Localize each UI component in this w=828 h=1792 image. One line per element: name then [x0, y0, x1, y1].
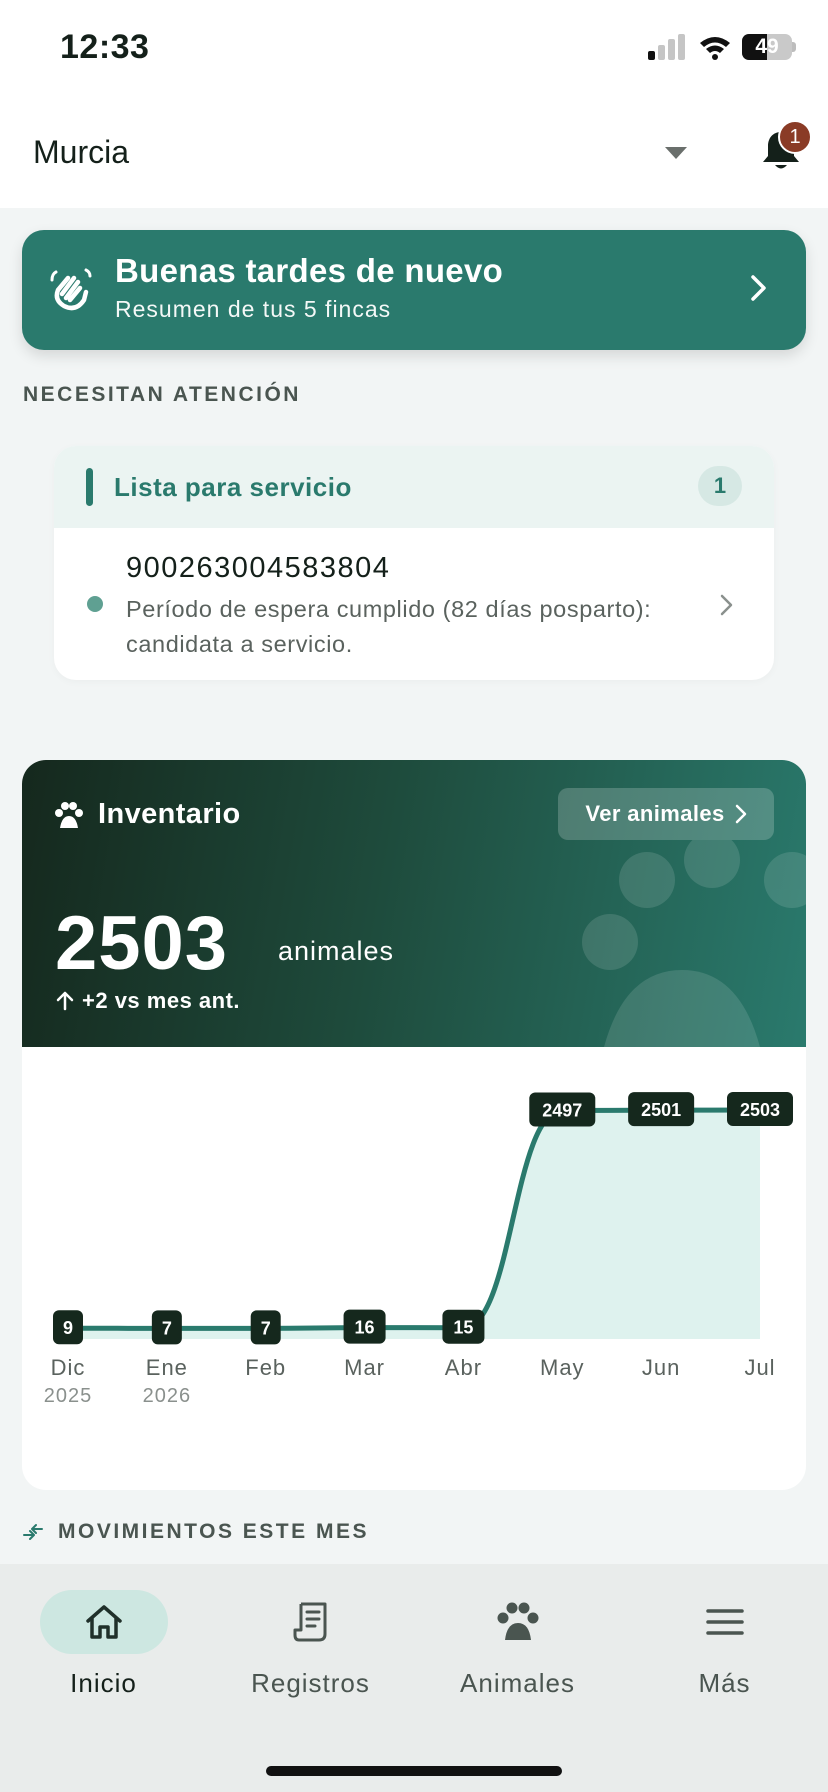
accent-bar	[86, 468, 93, 506]
chart-tick-label: Feb	[245, 1355, 286, 1380]
battery-icon: 49	[742, 34, 792, 60]
attention-group-title: Lista para servicio	[114, 472, 352, 502]
chart-tick-label: Jul	[744, 1355, 775, 1380]
attention-group-count: 1	[698, 466, 742, 506]
waving-hand-icon	[50, 268, 92, 311]
nav-item-mas[interactable]: Más	[621, 1590, 828, 1710]
chart-tick-label: Dic	[51, 1355, 86, 1380]
status-icons: 49	[648, 34, 796, 60]
chart-data-label-text: 7	[162, 1318, 172, 1338]
inventory-unit: animales	[278, 936, 395, 966]
animal-id: 900263004583804	[126, 552, 391, 584]
nav-item-animales[interactable]: Animales	[414, 1590, 621, 1710]
chart-data-label-text: 9	[63, 1318, 73, 1338]
nav-label-animales: Animales	[460, 1668, 575, 1698]
nav-label-mas: Más	[698, 1668, 751, 1698]
greeting-card[interactable]: Buenas tardes de nuevo Resumen de tus 5 …	[22, 230, 806, 350]
animal-description: Período de espera cumplido (82 días posp…	[126, 596, 652, 657]
chart-area-fill	[68, 1110, 760, 1339]
view-animals-label: Ver animales	[585, 801, 725, 826]
attention-card: Lista para servicio 1 900263004583804 Pe…	[54, 446, 774, 680]
receipt-icon	[293, 1602, 326, 1642]
chart-tick-year-label: 2026	[143, 1385, 192, 1407]
chart-data-label-text: 15	[453, 1318, 473, 1338]
chart-tick-label: Mar	[344, 1355, 385, 1380]
notification-badge: 1	[778, 120, 812, 154]
nav-item-inicio[interactable]: Inicio	[0, 1590, 207, 1710]
chart-data-label-text: 2503	[740, 1100, 780, 1120]
chevron-down-icon[interactable]	[664, 146, 688, 160]
greeting-title: Buenas tardes de nuevo	[115, 252, 504, 289]
nav-label-registros: Registros	[251, 1668, 370, 1698]
greeting-subtitle: Resumen de tus 5 fincas	[115, 296, 392, 322]
status-dot	[87, 596, 103, 612]
location-selector[interactable]: Murcia	[33, 134, 129, 171]
chevron-right-icon	[751, 275, 766, 301]
chevron-right-icon	[735, 804, 746, 824]
menu-icon	[705, 1609, 744, 1635]
paw-icon	[497, 1602, 538, 1640]
chart-data-label-text: 7	[261, 1318, 271, 1338]
view-animals-button[interactable]: Ver animales	[558, 788, 774, 840]
battery-percent: 49	[755, 35, 779, 58]
inventory-delta: +2 vs mes ant.	[56, 988, 240, 1014]
nav-icon-active-pill	[39, 1590, 168, 1654]
top-bar: Murcia	[0, 100, 828, 208]
inventory-delta-text: +2 vs mes ant.	[82, 988, 241, 1013]
chart-data-label: 2503	[727, 1092, 793, 1126]
nav-label-inicio: Inicio	[70, 1668, 137, 1698]
movements-section: MOVIMIENTOS ESTE MES	[22, 1520, 369, 1544]
signal-icon	[648, 34, 685, 60]
inventory-header: Inventario Ver animales 2503 animales +2…	[22, 760, 806, 1047]
chart-tick-year-label: 2025	[44, 1385, 93, 1407]
inventory-chart: 9 7 7 16 15 2497 2501 2503 Dic 2025 Ene 2026 Feb Mar A…	[44, 1092, 793, 1407]
movements-section-label: MOVIMIENTOS ESTE MES	[58, 1520, 369, 1543]
nav-item-registros[interactable]: Registros	[207, 1590, 414, 1710]
chart-data-label-text: 16	[355, 1318, 375, 1338]
chart-tick-label: Ene	[146, 1355, 188, 1380]
swap-arrows-icon	[23, 1524, 43, 1540]
paw-watermark-icon	[582, 840, 806, 1047]
chart-data-label: 16	[343, 1309, 386, 1344]
chart-data-label-text: 2501	[641, 1100, 681, 1120]
chevron-right-icon	[720, 594, 733, 616]
chart-tick-label: Jun	[642, 1355, 680, 1380]
chart-data-label: 7	[250, 1310, 281, 1345]
home-icon	[85, 1605, 122, 1639]
inventory-card: Inventario Ver animales 2503 animales +2…	[22, 760, 806, 1490]
chart-data-label: 2497	[529, 1092, 596, 1127]
inventory-title: Inventario	[98, 798, 241, 830]
home-indicator	[266, 1766, 562, 1776]
chart-tick-label: Abr	[445, 1355, 482, 1380]
chart-data-label: 7	[151, 1310, 182, 1345]
arrow-up-icon	[56, 991, 74, 1011]
paw-icon	[55, 802, 83, 828]
chart-data-label: 9	[53, 1310, 83, 1345]
attention-section-label: NECESITAN ATENCIÓN	[23, 383, 301, 406]
inventory-count: 2503	[55, 901, 229, 986]
wifi-icon	[700, 37, 730, 60]
bottom-nav: Inicio Registros Animales Más	[0, 1564, 828, 1792]
attention-group-header[interactable]: Lista para servicio 1	[54, 446, 774, 528]
status-time: 12:33	[60, 28, 150, 66]
chart-tick-label: May	[540, 1355, 585, 1380]
status-bar: 12:33 49	[0, 0, 828, 100]
chart-data-label-text: 2497	[542, 1101, 582, 1121]
chart-data-label: 2501	[628, 1092, 695, 1127]
chart-data-label: 15	[442, 1309, 485, 1344]
